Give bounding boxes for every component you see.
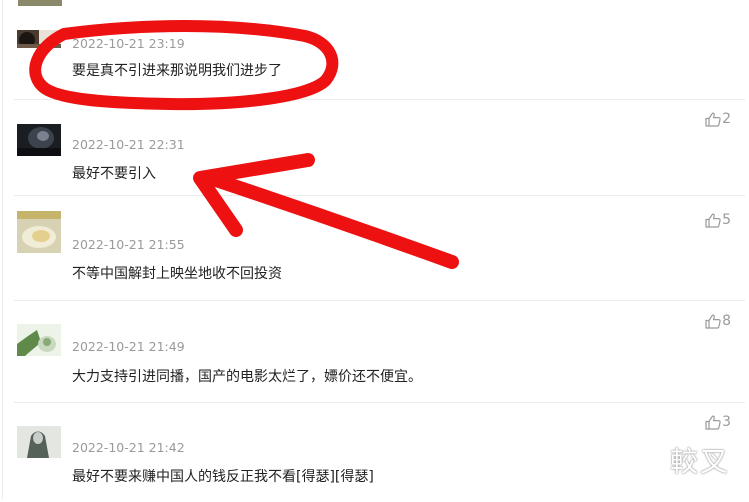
thumbs-up-icon bbox=[705, 213, 721, 228]
like-button[interactable]: 5 bbox=[705, 212, 731, 228]
like-count: 8 bbox=[722, 313, 731, 329]
dark-photo-avatar-icon bbox=[17, 30, 61, 48]
user-avatar[interactable] bbox=[17, 124, 61, 156]
comment-text: 不等中国解封上映坐地收不回投资 bbox=[72, 266, 282, 282]
comment-item: 2 2022-10-21 22:31 最好不要引入 bbox=[0, 99, 745, 199]
comment-item: 3 2022-10-21 21:42 最好不要来赚中国人的钱反正我不看[得瑟][… bbox=[0, 402, 745, 502]
comment-time: 2022-10-21 21:49 bbox=[72, 339, 185, 354]
comment-text: 大力支持引进同播，国产的电影太烂了，嫖价还不便宜。 bbox=[72, 369, 422, 385]
username[interactable] bbox=[68, 209, 72, 220]
thumbs-up-icon bbox=[705, 314, 721, 329]
thumbs-up-icon bbox=[705, 112, 721, 127]
like-button[interactable]: 3 bbox=[705, 414, 731, 430]
like-count: 2 bbox=[722, 111, 731, 127]
comment-list: 2022-10-21 23:19 要是真不引进来那说明我们进步了 2 2022-… bbox=[0, 0, 749, 499]
comment-time: 2022-10-21 21:42 bbox=[72, 440, 185, 455]
like-button[interactable]: 2 bbox=[705, 111, 731, 127]
like-count: 3 bbox=[722, 414, 731, 430]
watermark: 較叉 bbox=[670, 445, 731, 478]
comment-time: 2022-10-21 21:55 bbox=[72, 237, 185, 252]
user-avatar[interactable] bbox=[17, 211, 61, 253]
user-avatar[interactable] bbox=[17, 324, 61, 356]
like-count: 5 bbox=[722, 212, 731, 228]
username[interactable] bbox=[68, 0, 72, 11]
user-avatar[interactable] bbox=[17, 426, 61, 458]
username[interactable] bbox=[68, 320, 72, 331]
thumbs-up-icon bbox=[705, 415, 721, 430]
user-avatar[interactable] bbox=[17, 30, 61, 48]
green-portrait-avatar-icon bbox=[17, 324, 61, 356]
comment-time: 2022-10-21 23:19 bbox=[72, 36, 185, 51]
grey-portrait-avatar-icon bbox=[17, 426, 61, 458]
comment-text: 要是真不引进来那说明我们进步了 bbox=[72, 63, 282, 79]
food-photo-avatar-icon bbox=[17, 211, 61, 253]
comment-item: 2022-10-21 23:19 要是真不引进来那说明我们进步了 bbox=[0, 0, 745, 96]
comment-text: 最好不要引入 bbox=[72, 166, 156, 182]
comment-time: 2022-10-21 22:31 bbox=[72, 137, 185, 152]
comment-text: 最好不要来赚中国人的钱反正我不看[得瑟][得瑟] bbox=[72, 469, 374, 485]
comment-item: 5 2022-10-21 21:55 不等中国解封上映坐地收不回投资 bbox=[0, 195, 745, 295]
like-button[interactable]: 8 bbox=[705, 313, 731, 329]
username[interactable] bbox=[68, 421, 72, 432]
dark-portrait-avatar-icon bbox=[17, 124, 61, 156]
top-avatar-sliver bbox=[18, 0, 62, 6]
comment-item: 8 2022-10-21 21:49 大力支持引进同播，国产的电影太烂了，嫖价还… bbox=[0, 300, 745, 400]
